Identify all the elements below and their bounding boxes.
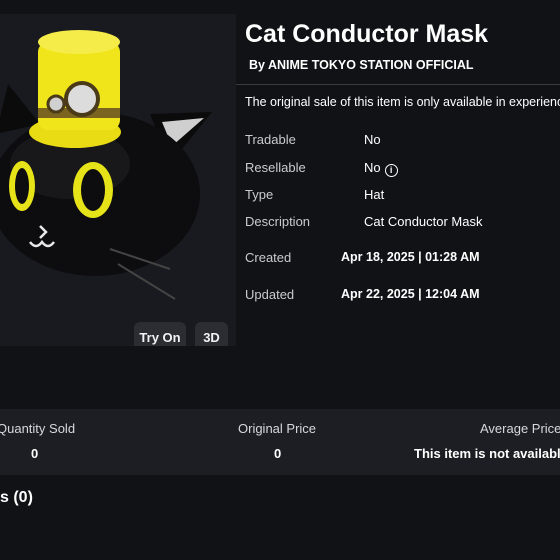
cat-mask-image: [0, 30, 212, 300]
description-value: Cat Conductor Mask: [364, 214, 483, 229]
original-price-header: Original Price: [238, 421, 317, 436]
type-label: Type: [245, 187, 274, 202]
resellable-label: Resellable: [245, 160, 306, 175]
resellable-value-group: No i: [364, 160, 398, 177]
view-3d-label: 3D: [203, 329, 220, 345]
resellable-value: No: [364, 160, 381, 175]
original-price-value: 0: [274, 446, 282, 461]
info-icon[interactable]: i: [384, 163, 398, 177]
item-title: Cat Conductor Mask: [245, 20, 489, 48]
try-on-button[interactable]: Try On: [134, 322, 186, 346]
updated-label: Updated: [245, 287, 295, 302]
owners-heading: s (0): [0, 489, 33, 506]
sales-stats-panel: Quantity Sold Original Price Average Pri…: [0, 409, 560, 475]
updated-value: Apr 22, 2025 | 12:04 AM: [341, 287, 480, 301]
view-3d-button[interactable]: 3D: [195, 322, 228, 346]
tradable-label: Tradable: [245, 132, 296, 147]
tradable-value: No: [364, 132, 381, 147]
created-value: Apr 18, 2025 | 01:28 AM: [341, 250, 480, 264]
quantity-sold-header: Quantity Sold: [0, 421, 76, 436]
try-on-label: Try On: [139, 329, 181, 345]
quantity-sold-value: 0: [31, 446, 39, 461]
creator-link[interactable]: By ANIME TOKYO STATION OFFICIAL: [249, 58, 474, 72]
average-price-value: This item is not available: [414, 446, 560, 461]
average-price-header: Average Price: [480, 421, 560, 436]
created-label: Created: [245, 250, 292, 265]
divider: [236, 84, 560, 85]
item-thumbnail: Try On 3D: [0, 14, 236, 346]
description-label: Description: [245, 214, 311, 229]
sale-notice: The original sale of this item is only a…: [245, 95, 560, 109]
type-value: Hat: [364, 187, 385, 202]
